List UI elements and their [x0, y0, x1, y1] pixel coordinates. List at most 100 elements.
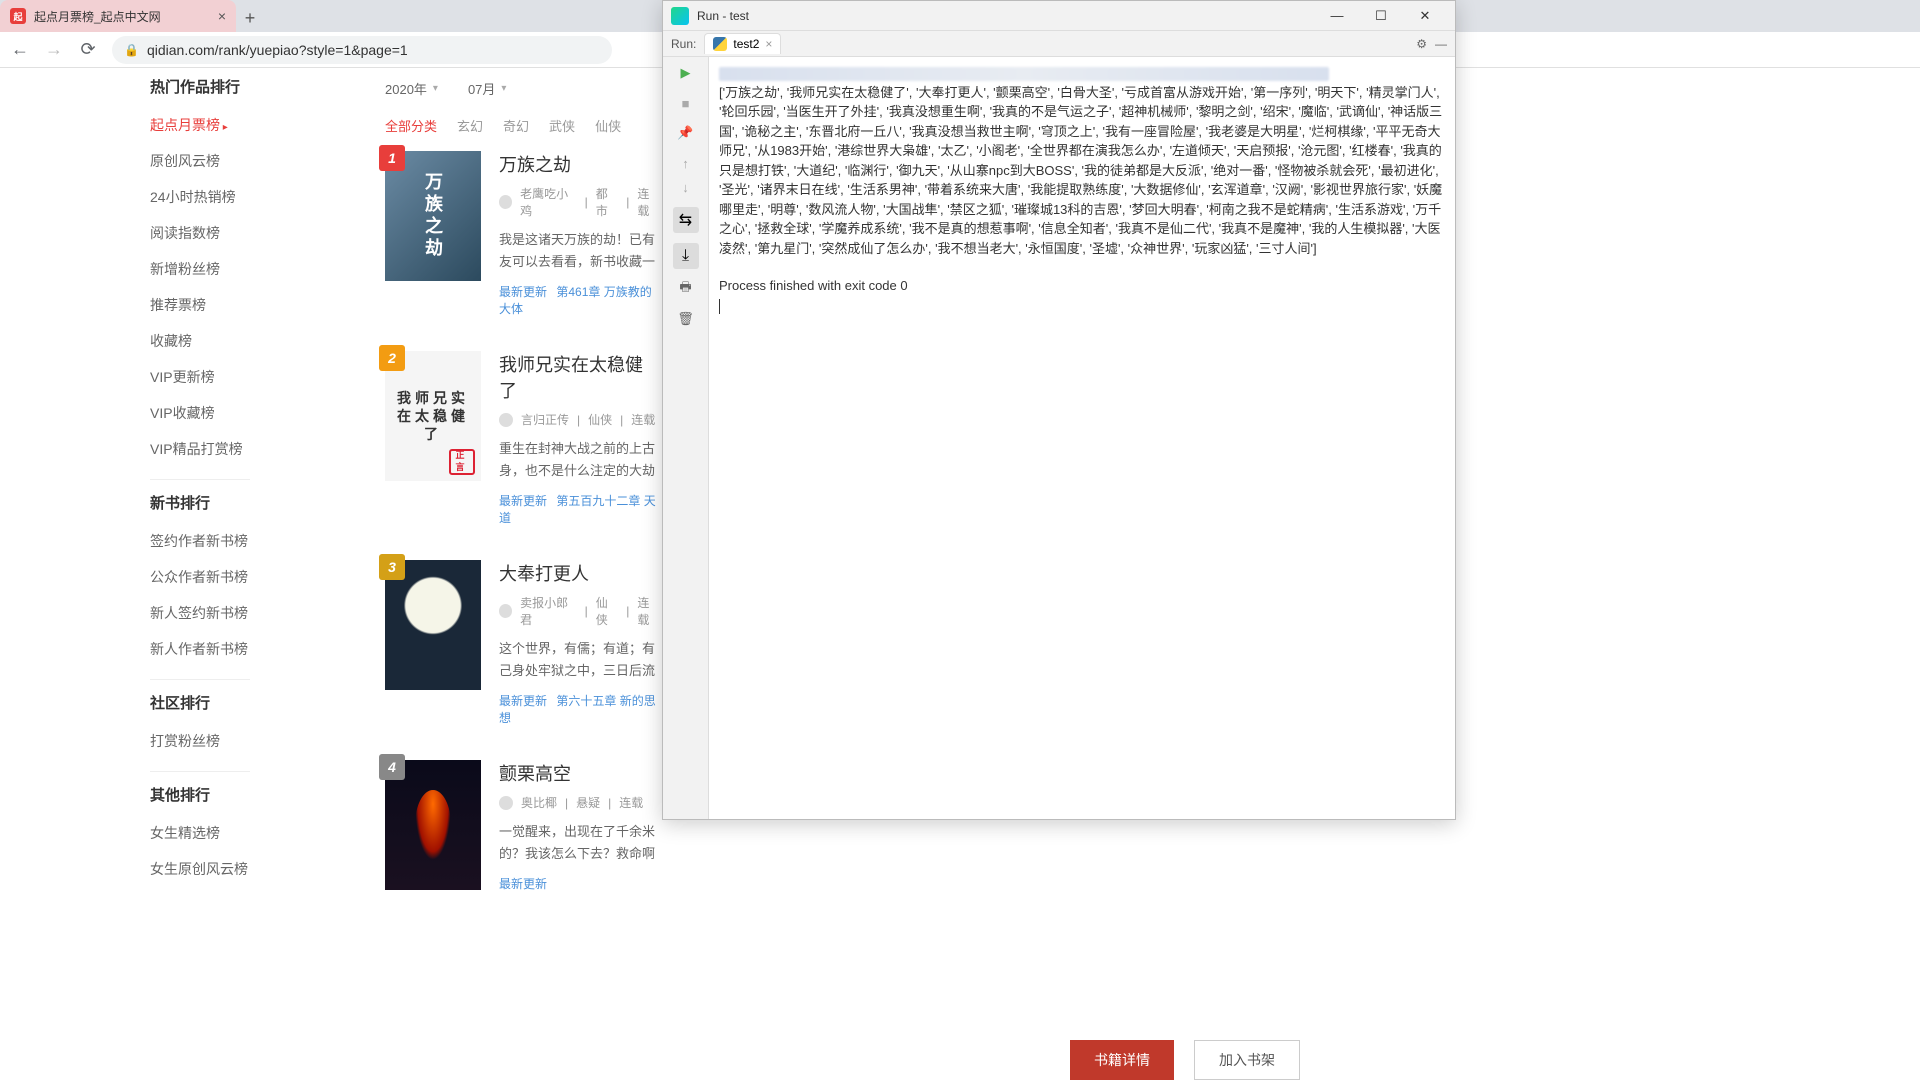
forward-icon[interactable]: → [44, 39, 64, 60]
book-title[interactable]: 颤栗高空 [499, 760, 660, 786]
run-config-name: test2 [733, 37, 759, 51]
category-tab[interactable]: 全部分类 [385, 116, 437, 135]
sidebar-item[interactable]: 新人作者新书榜 [150, 631, 360, 667]
sidebar-heading: 热门作品排行 [150, 76, 360, 97]
sidebar-item[interactable]: 起点月票榜 [150, 107, 360, 143]
console-output[interactable]: ['万族之劫', '我师兄实在太稳健了', '大奉打更人', '颤栗高空', '… [709, 57, 1455, 819]
stop-icon[interactable]: ■ [676, 93, 696, 113]
ide-run-tabbar: Run: test2 × ⚙ — [663, 31, 1455, 57]
sidebar-item[interactable]: VIP收藏榜 [150, 395, 360, 431]
book-title[interactable]: 万族之劫 [499, 151, 660, 177]
author-icon [499, 413, 513, 427]
clear-icon[interactable]: 🗑 [676, 309, 696, 329]
print-icon[interactable]: 🖶 [676, 279, 696, 299]
blurred-path [719, 67, 1329, 81]
filter-bar: 2020年 ▾ 07月 ▾ [385, 68, 660, 108]
year-select[interactable]: 2020年 ▾ [385, 79, 438, 98]
book-item: 4 颤栗高空 奥比椰 |悬疑 |连载 一觉醒来，出现在了千余米的？我该怎么下去？… [385, 760, 660, 892]
close-icon[interactable]: × [765, 37, 772, 51]
sidebar-item[interactable]: 女生精选榜 [150, 815, 360, 851]
sidebar-heading: 社区排行 [150, 692, 360, 713]
sidebar-item[interactable]: 新人签约新书榜 [150, 595, 360, 631]
book-desc: 重生在封神大战之前的上古身，也不是什么注定的大劫 [499, 438, 660, 482]
rerun-icon[interactable]: ▶ [676, 63, 696, 83]
soft-wrap-icon[interactable]: ⇆ [673, 207, 699, 233]
author-name[interactable]: 言归正传 [521, 411, 569, 428]
minimize-icon[interactable]: — [1315, 1, 1359, 31]
sidebar-item[interactable]: 女生原创风云榜 [150, 851, 360, 887]
book-list: 万族之劫 1 万族之劫 老鹰吃小鸡 |都市 |连载 我是这诸天万族的劫！已有友可… [385, 151, 660, 892]
sidebar-item[interactable]: 阅读指数榜 [150, 215, 360, 251]
book-cover[interactable]: 万族之劫 1 [385, 151, 481, 281]
run-label: Run: [671, 37, 696, 51]
genre[interactable]: 仙侠 [588, 411, 612, 428]
category-tab[interactable]: 玄幻 [457, 116, 483, 135]
genre[interactable]: 悬疑 [576, 794, 600, 811]
sidebar-item[interactable]: 原创风云榜 [150, 143, 360, 179]
book-item: 3 大奉打更人 卖报小郎君 |仙侠 |连载 这个世界，有儒；有道；有己身处牢狱之… [385, 560, 660, 726]
window-controls: — ☐ ✕ [1315, 1, 1447, 31]
category-tab[interactable]: 奇幻 [503, 116, 529, 135]
book-meta: 奥比椰 |悬疑 |连载 [499, 794, 660, 811]
divider [150, 771, 250, 772]
sidebar-item[interactable]: 推荐票榜 [150, 287, 360, 323]
page-content: 热门作品排行起点月票榜原创风云榜24小时热销榜阅读指数榜新增粉丝榜推荐票榜收藏榜… [0, 68, 660, 1080]
author-name[interactable]: 老鹰吃小鸡 [520, 185, 576, 219]
back-icon[interactable]: ← [10, 39, 30, 60]
sidebar-item[interactable]: VIP精品打赏榜 [150, 431, 360, 467]
author-icon [499, 195, 512, 209]
genre[interactable]: 都市 [596, 185, 619, 219]
sidebar-item[interactable]: 收藏榜 [150, 323, 360, 359]
scroll-to-end-icon[interactable]: ⤓ [673, 243, 699, 269]
sidebar: 热门作品排行起点月票榜原创风云榜24小时热销榜阅读指数榜新增粉丝榜推荐票榜收藏榜… [150, 68, 360, 887]
sidebar-item[interactable]: VIP更新榜 [150, 359, 360, 395]
ide-window: Run - test — ☐ ✕ Run: test2 × ⚙ — ▶ ■ 📌 … [662, 0, 1456, 820]
category-tab[interactable]: 武侠 [549, 116, 575, 135]
address-bar[interactable]: 🔒 qidian.com/rank/yuepiao?style=1&page=1 [112, 36, 612, 64]
sidebar-item[interactable]: 公众作者新书榜 [150, 559, 360, 595]
book-cover[interactable]: 我师兄实在太稳健了正言 2 [385, 351, 481, 481]
status: 连载 [637, 594, 660, 628]
gear-icon[interactable]: ⚙ [1416, 37, 1427, 51]
book-meta: 言归正传 |仙侠 |连载 [499, 411, 660, 428]
close-icon[interactable]: ✕ [1403, 1, 1447, 31]
book-title[interactable]: 大奉打更人 [499, 560, 660, 586]
rank-badge: 3 [379, 554, 405, 580]
detail-button[interactable]: 书籍详情 [1070, 1040, 1174, 1080]
listing: 2020年 ▾ 07月 ▾ 全部分类玄幻奇幻武侠仙侠 万族之劫 1 万族之劫 老… [385, 68, 660, 926]
author-name[interactable]: 卖报小郎君 [520, 594, 576, 628]
collapse-icon[interactable]: — [1435, 37, 1447, 51]
sidebar-item[interactable]: 签约作者新书榜 [150, 523, 360, 559]
author-name[interactable]: 奥比椰 [521, 794, 557, 811]
close-icon[interactable]: × [218, 8, 226, 24]
chevron-down-icon: ▾ [433, 83, 438, 94]
sidebar-item[interactable]: 24小时热销榜 [150, 179, 360, 215]
book-item: 万族之劫 1 万族之劫 老鹰吃小鸡 |都市 |连载 我是这诸天万族的劫！已有友可… [385, 151, 660, 317]
add-shelf-button[interactable]: 加入书架 [1194, 1040, 1300, 1080]
month-select[interactable]: 07月 ▾ [468, 79, 507, 98]
sidebar-item[interactable]: 打赏粉丝榜 [150, 723, 360, 759]
book-cover[interactable]: 4 [385, 760, 481, 890]
book-cover[interactable]: 3 [385, 560, 481, 690]
run-config-tab[interactable]: test2 × [704, 33, 781, 54]
book-desc: 我是这诸天万族的劫！已有友可以去看看，新书收藏一 [499, 229, 660, 273]
ide-titlebar[interactable]: Run - test — ☐ ✕ [663, 1, 1455, 31]
status: 连载 [631, 411, 655, 428]
reload-icon[interactable]: ⟳ [78, 39, 98, 60]
rank-badge: 2 [379, 345, 405, 371]
status: 连载 [637, 185, 660, 219]
down-icon[interactable]: ↓ [676, 177, 696, 197]
browser-tab-active[interactable]: 起 起点月票榜_起点中文网 × [0, 0, 236, 32]
book-meta: 老鹰吃小鸡 |都市 |连载 [499, 185, 660, 219]
book-title[interactable]: 我师兄实在太稳健了 [499, 351, 660, 403]
new-tab-button[interactable]: + [236, 4, 264, 32]
genre[interactable]: 仙侠 [596, 594, 619, 628]
divider [150, 479, 250, 480]
sidebar-heading: 其他排行 [150, 784, 360, 805]
pin-icon[interactable]: 📌 [676, 123, 696, 143]
up-icon[interactable]: ↑ [676, 153, 696, 173]
category-tab[interactable]: 仙侠 [595, 116, 621, 135]
maximize-icon[interactable]: ☐ [1359, 1, 1403, 31]
sidebar-item[interactable]: 新增粉丝榜 [150, 251, 360, 287]
author-icon [499, 604, 512, 618]
